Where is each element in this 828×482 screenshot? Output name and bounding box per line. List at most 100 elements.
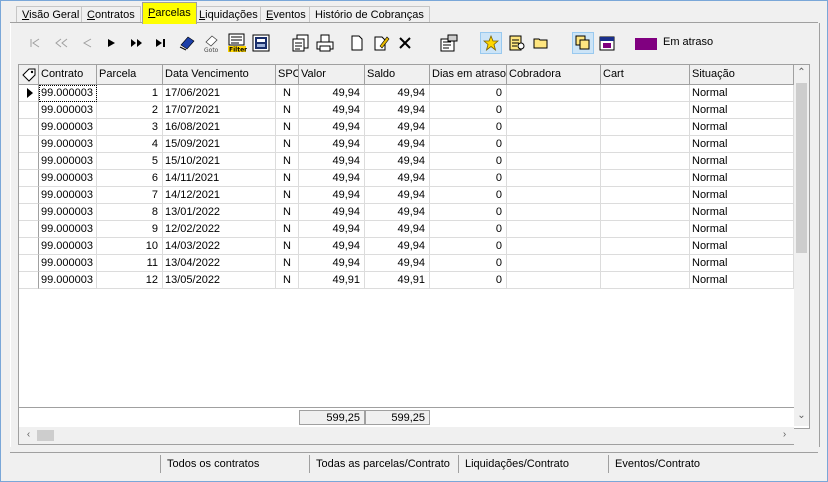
- cell-cobradora[interactable]: [507, 187, 601, 204]
- cell-spc[interactable]: N: [276, 102, 299, 119]
- row-indicator[interactable]: [19, 102, 39, 119]
- cell-parcela[interactable]: 4: [97, 136, 163, 153]
- cell-valor[interactable]: 49,94: [299, 170, 365, 187]
- cell-cart[interactable]: [601, 255, 690, 272]
- scroll-left-icon[interactable]: ‹: [21, 429, 36, 440]
- cell-cobradora[interactable]: [507, 119, 601, 136]
- cell-spc[interactable]: N: [276, 272, 299, 289]
- copy-icon[interactable]: [290, 32, 312, 54]
- cell-spc[interactable]: N: [276, 119, 299, 136]
- cell-parcela[interactable]: 6: [97, 170, 163, 187]
- report-icon[interactable]: [250, 32, 272, 54]
- cell-parcela[interactable]: 10: [97, 238, 163, 255]
- cell-situacao[interactable]: Normal: [690, 102, 794, 119]
- cell-data-vencimento[interactable]: 13/05/2022: [163, 272, 276, 289]
- table-row[interactable]: 99.000003 8 13/01/2022 N 49,94 49,94 0 Normal: [19, 204, 794, 221]
- first-disabled-icon[interactable]: [24, 32, 46, 54]
- cell-valor[interactable]: 49,94: [299, 221, 365, 238]
- cell-parcela[interactable]: 12: [97, 272, 163, 289]
- cell-dias-em-atraso[interactable]: 0: [430, 153, 507, 170]
- cell-data-vencimento[interactable]: 13/01/2022: [163, 204, 276, 221]
- cell-parcela[interactable]: 7: [97, 187, 163, 204]
- cell-valor[interactable]: 49,94: [299, 136, 365, 153]
- row-indicator[interactable]: [19, 221, 39, 238]
- cell-contrato[interactable]: 99.000003: [39, 255, 97, 272]
- cell-cart[interactable]: [601, 102, 690, 119]
- cell-saldo[interactable]: 49,94: [365, 136, 430, 153]
- cell-situacao[interactable]: Normal: [690, 153, 794, 170]
- cell-spc[interactable]: N: [276, 238, 299, 255]
- cell-cobradora[interactable]: [507, 238, 601, 255]
- cell-dias-em-atraso[interactable]: 0: [430, 238, 507, 255]
- cell-cart[interactable]: [601, 187, 690, 204]
- cell-situacao[interactable]: Normal: [690, 272, 794, 289]
- cell-saldo[interactable]: 49,94: [365, 85, 430, 102]
- cell-cart[interactable]: [601, 153, 690, 170]
- cell-valor[interactable]: 49,94: [299, 204, 365, 221]
- cell-dias-em-atraso[interactable]: 0: [430, 85, 507, 102]
- cell-saldo[interactable]: 49,94: [365, 221, 430, 238]
- cell-situacao[interactable]: Normal: [690, 221, 794, 238]
- cell-cart[interactable]: [601, 136, 690, 153]
- cell-data-vencimento[interactable]: 12/02/2022: [163, 221, 276, 238]
- cell-dias-em-atraso[interactable]: 0: [430, 170, 507, 187]
- cell-contrato[interactable]: 99.000003: [39, 136, 97, 153]
- cell-contrato[interactable]: 99.000003: [39, 272, 97, 289]
- cell-contrato[interactable]: 99.000003: [39, 85, 97, 102]
- cell-data-vencimento[interactable]: 16/08/2021: [163, 119, 276, 136]
- filter-icon[interactable]: Filter: [226, 32, 248, 54]
- calendar-icon[interactable]: [596, 32, 618, 54]
- cell-cobradora[interactable]: [507, 153, 601, 170]
- column-header-cart[interactable]: Cart: [601, 65, 690, 84]
- horizontal-scroll-thumb[interactable]: [37, 430, 54, 441]
- cell-saldo[interactable]: 49,94: [365, 238, 430, 255]
- cell-dias-em-atraso[interactable]: 0: [430, 136, 507, 153]
- cell-situacao[interactable]: Normal: [690, 170, 794, 187]
- table-row[interactable]: 99.000003 9 12/02/2022 N 49,94 49,94 0 Normal: [19, 221, 794, 238]
- cell-dias-em-atraso[interactable]: 0: [430, 102, 507, 119]
- cell-data-vencimento[interactable]: 15/09/2021: [163, 136, 276, 153]
- cell-spc[interactable]: N: [276, 187, 299, 204]
- cell-contrato[interactable]: 99.000003: [39, 238, 97, 255]
- table-row[interactable]: 99.000003 5 15/10/2021 N 49,94 49,94 0 Normal: [19, 153, 794, 170]
- cell-data-vencimento[interactable]: 14/03/2022: [163, 238, 276, 255]
- table-row[interactable]: 99.000003 10 14/03/2022 N 49,94 49,94 0 Normal: [19, 238, 794, 255]
- cell-valor[interactable]: 49,94: [299, 85, 365, 102]
- cell-valor[interactable]: 49,94: [299, 119, 365, 136]
- column-header-valor[interactable]: Valor: [299, 65, 365, 84]
- cell-parcela[interactable]: 11: [97, 255, 163, 272]
- cell-spc[interactable]: N: [276, 136, 299, 153]
- cell-dias-em-atraso[interactable]: 0: [430, 187, 507, 204]
- cell-contrato[interactable]: 99.000003: [39, 153, 97, 170]
- cell-cart[interactable]: [601, 221, 690, 238]
- search-document-icon[interactable]: [506, 32, 528, 54]
- column-header-saldo[interactable]: Saldo: [365, 65, 430, 84]
- cell-contrato[interactable]: 99.000003: [39, 187, 97, 204]
- cell-spc[interactable]: N: [276, 170, 299, 187]
- installments-grid[interactable]: Contrato Parcela Data Vencimento SPC Val…: [18, 64, 810, 429]
- cell-situacao[interactable]: Normal: [690, 136, 794, 153]
- cell-data-vencimento[interactable]: 13/04/2022: [163, 255, 276, 272]
- cell-parcela[interactable]: 2: [97, 102, 163, 119]
- row-indicator[interactable]: [19, 170, 39, 187]
- cell-situacao[interactable]: Normal: [690, 255, 794, 272]
- cell-cart[interactable]: [601, 272, 690, 289]
- scroll-down-icon[interactable]: ⌄: [794, 410, 809, 421]
- table-row[interactable]: 99.000003 7 14/12/2021 N 49,94 49,94 0 Normal: [19, 187, 794, 204]
- column-header-data-vencimento[interactable]: Data Vencimento: [163, 65, 276, 84]
- scroll-right-icon[interactable]: ›: [777, 429, 792, 440]
- cell-cobradora[interactable]: [507, 204, 601, 221]
- cell-spc[interactable]: N: [276, 153, 299, 170]
- row-indicator[interactable]: [19, 272, 39, 289]
- cell-cobradora[interactable]: [507, 85, 601, 102]
- cell-dias-em-atraso[interactable]: 0: [430, 119, 507, 136]
- column-header-dias-em-atraso[interactable]: Dias em atraso: [430, 65, 507, 84]
- cell-spc[interactable]: N: [276, 204, 299, 221]
- table-row[interactable]: 99.000003 12 13/05/2022 N 49,91 49,91 0 Normal: [19, 272, 794, 289]
- properties-icon[interactable]: [438, 32, 460, 54]
- table-row[interactable]: 99.000003 3 16/08/2021 N 49,94 49,94 0 Normal: [19, 119, 794, 136]
- cell-valor[interactable]: 49,94: [299, 102, 365, 119]
- column-header-parcela[interactable]: Parcela: [97, 65, 163, 84]
- delete-icon[interactable]: [394, 32, 416, 54]
- cell-situacao[interactable]: Normal: [690, 119, 794, 136]
